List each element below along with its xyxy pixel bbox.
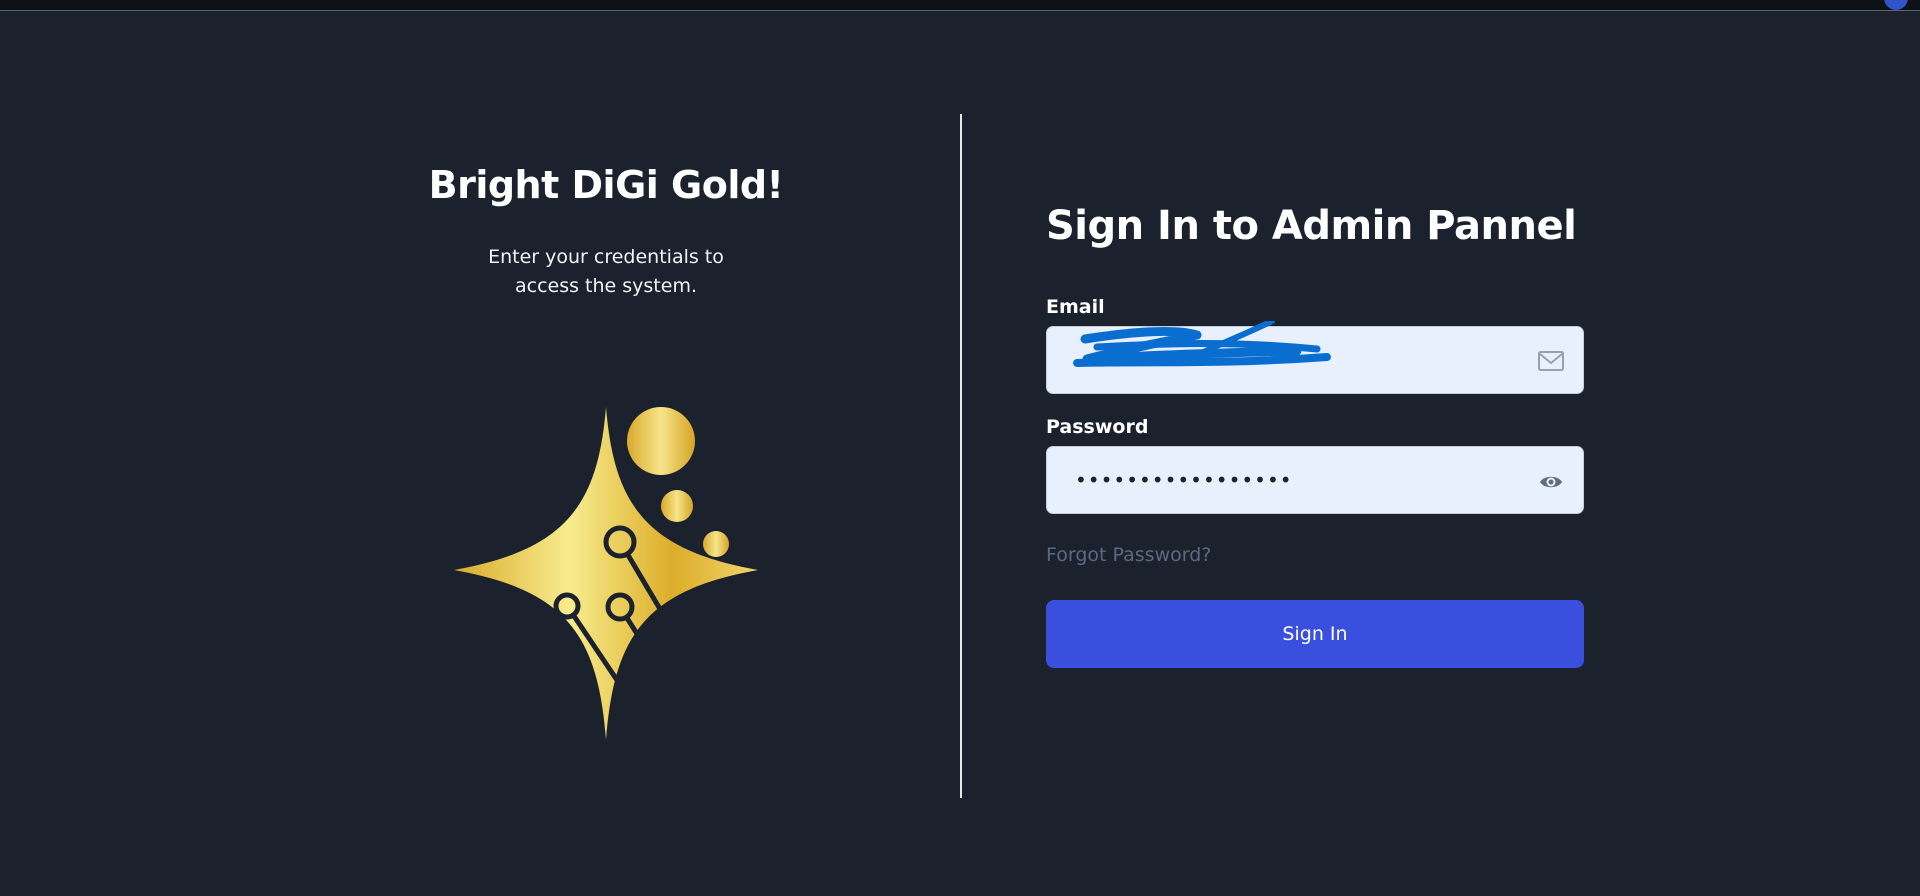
eye-icon[interactable] (1537, 469, 1565, 495)
sign-in-button[interactable]: Sign In (1046, 600, 1584, 668)
brand-subtitle: Enter your credentials to access the sys… (488, 245, 724, 297)
email-label: Email (1046, 296, 1105, 318)
gold-sparkle-logo-icon (454, 407, 758, 740)
email-field-wrapper (1046, 321, 1584, 394)
password-field[interactable] (1047, 447, 1583, 513)
brand-panel: Bright DiGi Gold! Enter your credentials… (386, 120, 826, 740)
email-field[interactable] (1047, 327, 1583, 393)
form-heading: Sign In to Admin Pannel (1046, 203, 1577, 249)
profile-avatar[interactable] (1884, 0, 1908, 10)
brand-title: Bright DiGi Gold! (428, 163, 784, 207)
password-field-wrapper (1046, 446, 1584, 514)
password-label: Password (1046, 416, 1149, 438)
mail-icon (1538, 351, 1564, 371)
forgot-password-link[interactable]: Forgot Password? (1046, 544, 1211, 566)
browser-top-strip (0, 0, 1920, 11)
signin-form: Sign In to Admin Pannel Email Password F… (1046, 200, 1584, 668)
vertical-divider (960, 114, 962, 798)
